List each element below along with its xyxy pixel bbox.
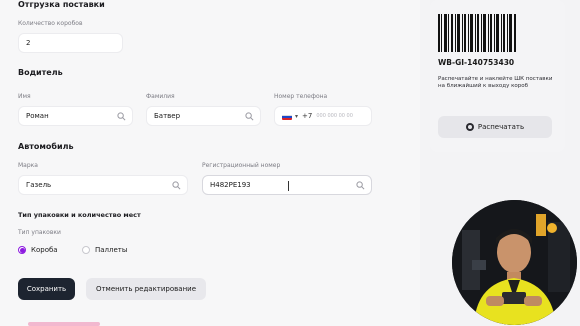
first-name-value: Роман	[26, 112, 49, 120]
phone-placeholder: 000 000 00 00	[316, 113, 353, 119]
packaging-type-label: Тип упаковки	[18, 229, 61, 236]
cancel-edit-button[interactable]: Отменить редактирование	[86, 278, 206, 300]
boxes-value: 2	[26, 39, 31, 47]
packaging-title: Тип упаковки и количество мест	[18, 211, 141, 219]
print-label: Распечатать	[477, 123, 525, 131]
driver-title: Водитель	[18, 68, 63, 77]
first-name-label: Имя	[18, 93, 31, 100]
search-icon	[172, 181, 181, 190]
plate-input[interactable]: Н482РЕ193	[202, 175, 372, 195]
chevron-down-icon[interactable]: ▾	[295, 113, 298, 120]
phone-prefix: +7	[302, 112, 313, 120]
plate-value: Н482РЕ193	[210, 181, 251, 189]
russia-flag-icon[interactable]	[282, 112, 292, 120]
text-cursor	[288, 181, 289, 191]
print-icon	[465, 123, 474, 131]
bottom-accent	[28, 322, 100, 326]
brand-value: Газель	[26, 181, 52, 189]
supply-label-card: WB-GI-140753430 Распечатайте и наклейте …	[430, 0, 565, 152]
last-name-input[interactable]: Батвер	[146, 106, 261, 126]
radio-pallets[interactable]: Паллеты	[82, 246, 127, 254]
phone-label: Номер телефона	[274, 93, 328, 100]
boxes-label: Количество коробов	[18, 20, 83, 27]
label-hint: Распечатайте и наклейте ШК поставки на б…	[438, 76, 553, 90]
first-name-input[interactable]: Роман	[18, 106, 133, 126]
save-button[interactable]: Сохранить	[18, 278, 75, 300]
radio-button[interactable]	[18, 246, 26, 254]
brand-label: Марка	[18, 162, 38, 169]
radio-boxes-label: Короба	[31, 246, 58, 254]
boxes-input[interactable]: 2	[18, 33, 123, 53]
radio-button[interactable]	[82, 246, 90, 254]
radio-pallets-label: Паллеты	[95, 246, 128, 254]
search-icon	[117, 112, 126, 121]
phone-input[interactable]: ▾ +7 000 000 00 00	[274, 106, 372, 126]
print-button[interactable]: Распечатать	[438, 116, 552, 138]
search-icon	[245, 112, 254, 121]
vehicle-title: Автомобиль	[18, 142, 74, 151]
supply-form: Отгрузка поставки Количество коробов 2 В…	[0, 0, 420, 326]
webcam-overlay	[452, 200, 577, 325]
shipment-title: Отгрузка поставки	[18, 0, 105, 9]
brand-input[interactable]: Газель	[18, 175, 188, 195]
search-icon	[356, 181, 365, 190]
presenter-video	[452, 200, 577, 325]
plate-label: Регистрационный номер	[202, 162, 281, 169]
supply-code: WB-GI-140753430	[438, 58, 515, 67]
barcode-icon	[438, 14, 516, 52]
last-name-label: Фамилия	[146, 93, 175, 100]
last-name-value: Батвер	[154, 112, 181, 120]
radio-boxes[interactable]: Короба	[18, 246, 58, 254]
